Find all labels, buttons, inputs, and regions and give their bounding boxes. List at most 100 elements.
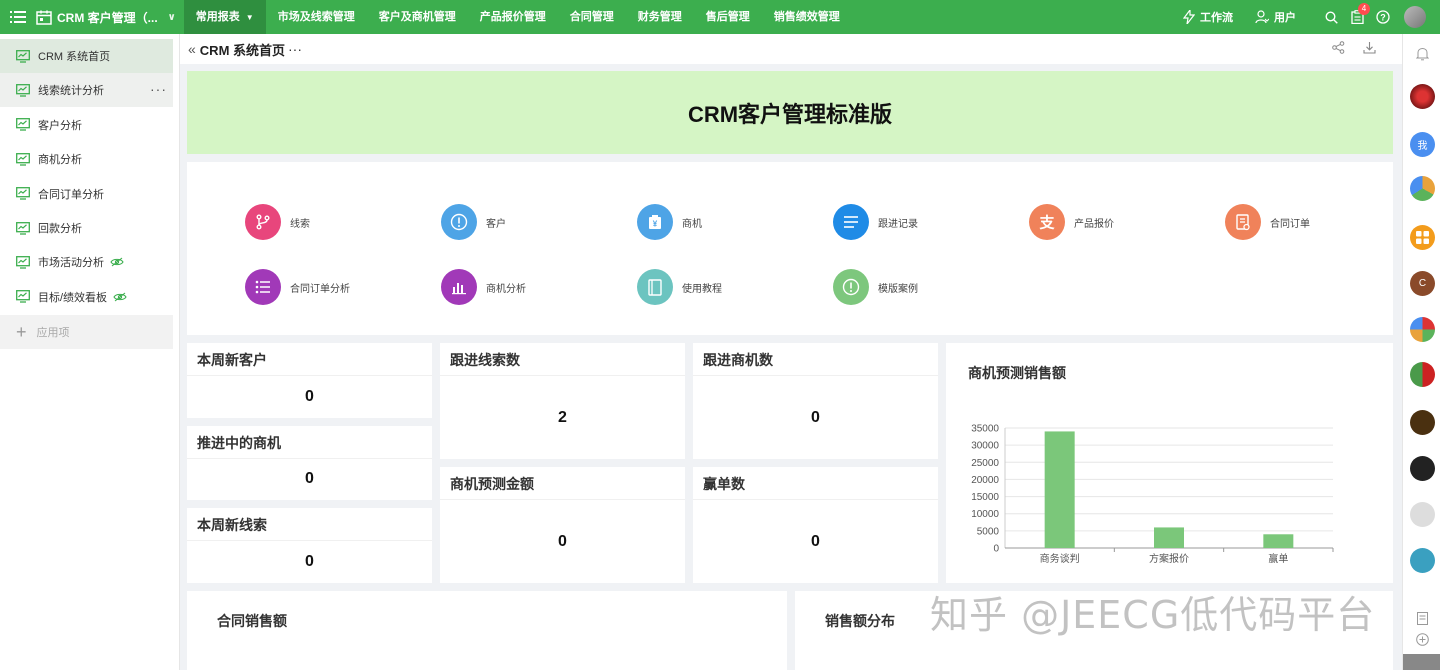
app-shortcut-2[interactable]: C	[1410, 271, 1435, 296]
hidden-eye-icon[interactable]	[113, 292, 135, 302]
quick-link-label: 跟进记录	[878, 218, 918, 230]
topnav-item[interactable]: 常用报表 ▼	[183, 0, 266, 34]
y-tick-label: 0	[993, 544, 999, 555]
quick-link-label: 客户	[486, 218, 506, 230]
topnav-item-label: 常用报表	[195, 11, 240, 23]
more-options-icon[interactable]: ···	[150, 81, 167, 97]
sidebar-item[interactable]: 商机分析	[0, 142, 173, 176]
sidebar-item[interactable]: 目标/绩效看板	[0, 280, 173, 314]
stat-card-follow-opportunities: 跟进商机数 0	[693, 343, 938, 459]
top-navigation-bar: CRM 客户管理（... ∨ 常用报表 ▼ 市场及线索管理 客户及商机管理 产品报价管理…	[0, 0, 1440, 34]
y-tick-label: 10000	[971, 509, 999, 520]
avatar[interactable]	[1404, 6, 1426, 28]
quick-link-label: 模版案例	[878, 283, 918, 295]
contract-sales-card: 合同销售额	[187, 591, 787, 670]
topnav-item[interactable]: 市场及线索管理	[266, 0, 367, 34]
topnav-item-label: 客户及商机管理	[378, 11, 456, 23]
quick-link[interactable]: 商机分析	[441, 269, 526, 305]
sidebar-item[interactable]: 线索统计分析 ···	[0, 73, 173, 108]
download-icon[interactable]	[1363, 41, 1376, 54]
app-shortcut-1[interactable]	[1410, 176, 1435, 201]
stat-value: 0	[305, 470, 314, 487]
share-icon[interactable]	[1332, 41, 1345, 54]
search-icon[interactable]	[1318, 0, 1344, 34]
y-tick-label: 30000	[971, 441, 999, 452]
quick-link[interactable]: ¥ 商机	[637, 204, 702, 240]
topnav-item[interactable]: 产品报价管理	[468, 0, 558, 34]
contract-sales-title: 合同销售额	[217, 613, 287, 629]
app-shortcut-6[interactable]	[1410, 456, 1435, 481]
x-tick-label: 商务谈判	[1040, 552, 1080, 565]
app-shortcut-4[interactable]	[1410, 362, 1435, 387]
stat-card-ongoing-opportunities: 推进中的商机 0	[187, 426, 432, 500]
stat-value: 0	[558, 533, 567, 550]
svg-text:?: ?	[1380, 12, 1386, 22]
sidebar-item[interactable]: 回款分析	[0, 211, 173, 245]
quick-link-label: 使用教程	[682, 283, 722, 295]
sidebar-item[interactable]: 合同订单分析	[0, 177, 173, 211]
user-link[interactable]: 用户	[1255, 9, 1296, 25]
topnav-item-label: 财务管理	[637, 11, 682, 23]
rail-add-icon[interactable]	[1416, 633, 1429, 646]
sidebar-item[interactable]: 客户分析	[0, 108, 173, 142]
quick-link[interactable]: 客户	[441, 204, 506, 240]
sidebar-item[interactable]: CRM 系统首页	[0, 39, 173, 73]
stat-title: 跟进商机数	[693, 343, 938, 376]
quick-link[interactable]: 合同订单分析	[245, 269, 350, 305]
tab-more-icon[interactable]: ···	[288, 41, 302, 57]
collapse-icon[interactable]: «	[188, 41, 196, 57]
me-shortcut[interactable]: 我	[1410, 132, 1435, 157]
quick-link[interactable]: 使用教程	[637, 269, 722, 305]
quick-link[interactable]: 模版案例	[833, 269, 918, 305]
bell-icon[interactable]	[1416, 47, 1429, 61]
add-app-label: 应用项	[36, 327, 70, 339]
app-shortcut-5[interactable]	[1410, 410, 1435, 435]
app-title: CRM 客户管理（...	[57, 10, 158, 25]
page-title: CRM 系统首页	[199, 42, 286, 58]
quick-link[interactable]: 线索	[245, 204, 310, 240]
sidebar-item-label: 线索统计分析	[38, 85, 104, 98]
sidebar-item-label: 市场活动分析	[38, 257, 104, 270]
quick-link-label: 合同订单分析	[290, 283, 350, 295]
app-shortcut-7[interactable]	[1410, 502, 1435, 527]
rail-doc-icon[interactable]	[1417, 612, 1428, 625]
sidebar-item-label: 回款分析	[38, 223, 82, 235]
menu-toggle-icon[interactable]	[0, 0, 36, 34]
hidden-eye-icon[interactable]	[110, 257, 132, 267]
sidebar: CRM 系统首页 线索统计分析 ··· 客户分析 商机分析合同订单分析 回款分析市场活动分…	[0, 34, 180, 670]
app-shortcut-3[interactable]	[1410, 317, 1435, 342]
topnav-item[interactable]: 客户及商机管理	[367, 0, 468, 34]
rail-collapse-button[interactable]	[1403, 654, 1440, 670]
task-notification-icon[interactable]: 4	[1344, 0, 1370, 34]
bar[interactable]	[1263, 534, 1294, 548]
dashboard-icon	[16, 290, 38, 303]
bar[interactable]	[1044, 431, 1075, 548]
stat-title: 商机预测金额	[440, 467, 685, 500]
sidebar-item[interactable]: 市场活动分析	[0, 245, 173, 279]
bar[interactable]	[1154, 527, 1184, 548]
add-app-item[interactable]: + 应用项	[0, 315, 173, 349]
topnav-item[interactable]: 合同管理	[558, 0, 626, 34]
grid-app-icon[interactable]	[1410, 225, 1435, 250]
lightning-icon	[1183, 10, 1200, 24]
app-switcher[interactable]: CRM 客户管理（... ∨	[36, 0, 182, 34]
topnav-item-label: 市场及线索管理	[277, 11, 355, 23]
dashboard-icon	[16, 118, 38, 131]
sidebar-item-label: 合同订单分析	[38, 188, 104, 201]
sidebar-item-label: 目标/绩效看板	[38, 291, 108, 304]
workflow-link[interactable]: 工作流	[1183, 9, 1233, 25]
topnav-item[interactable]: 售后管理	[694, 0, 762, 34]
help-icon[interactable]: ?	[1370, 0, 1396, 34]
app-shortcut-avatar[interactable]	[1410, 84, 1435, 109]
topnav-item-label: 产品报价管理	[479, 11, 546, 23]
dashboard-icon	[16, 187, 38, 200]
app-shortcut-8[interactable]	[1410, 548, 1435, 573]
topnav-item[interactable]: 销售绩效管理	[762, 0, 852, 34]
quick-link[interactable]: 跟进记录	[833, 204, 918, 240]
watermark-text: 知乎 @JEECG低代码平台	[930, 593, 1376, 637]
quick-link[interactable]: 支 产品报价	[1029, 204, 1114, 240]
topnav-item[interactable]: 财务管理	[626, 0, 694, 34]
sidebar-item-label: CRM 系统首页	[38, 51, 111, 63]
stat-card-new-leads: 本周新线索 0	[187, 508, 432, 583]
quick-link[interactable]: 合同订单	[1225, 204, 1310, 240]
